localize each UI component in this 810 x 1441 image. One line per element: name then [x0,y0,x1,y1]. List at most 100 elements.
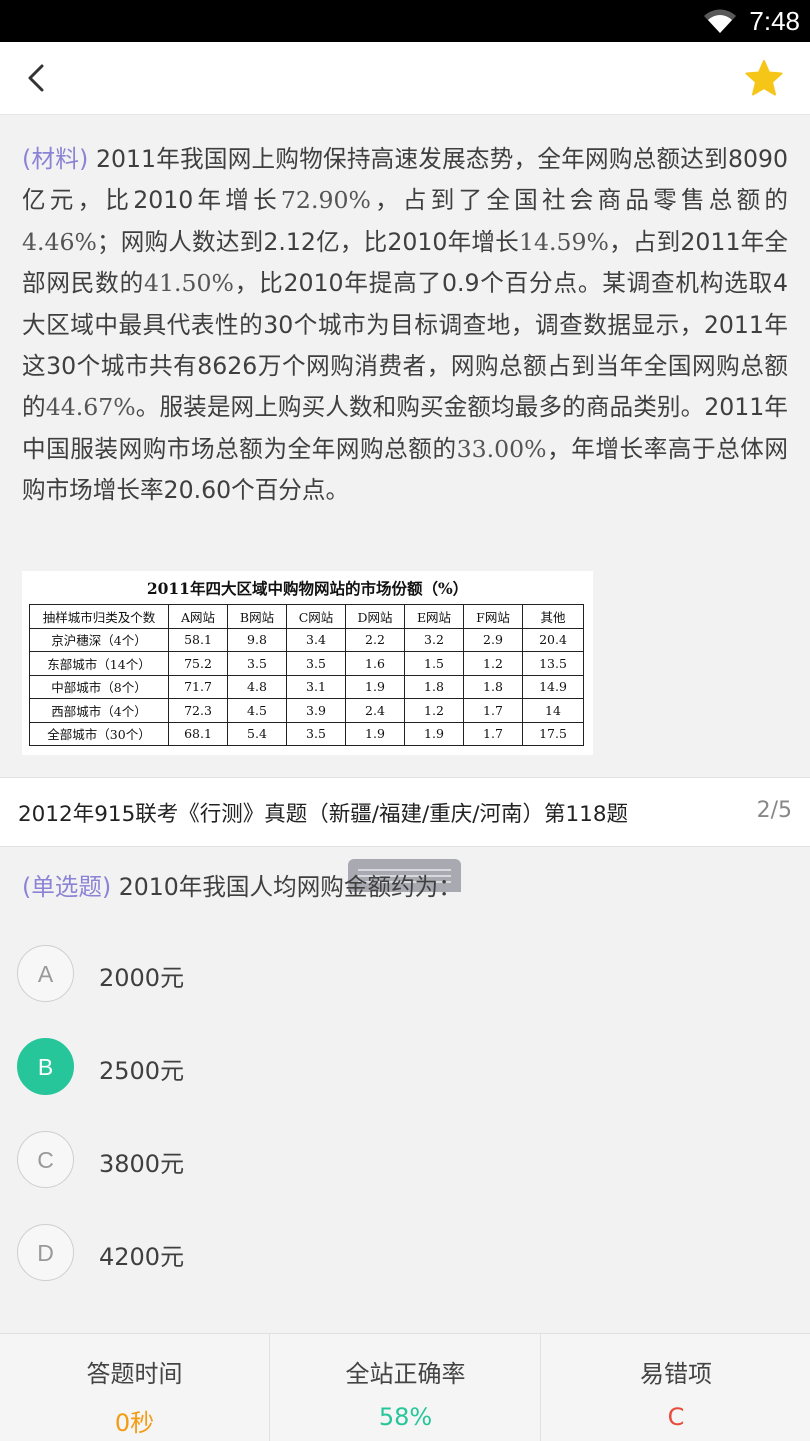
stat-title: 答题时间 [86,1360,183,1388]
table-cell: 4.8 [227,674,287,699]
material-percent: 4.46% [22,227,97,256]
material-panel: (材料) 2011年我国网上购物保持高速发展态势，全年网购总额达到8090亿元，… [0,115,810,892]
option-letter: A [17,945,74,1002]
clock: 7:48 [749,6,800,36]
material-percent: 72.90% [280,186,371,215]
market-share-table-image[interactable]: 2011年四大区域中购物网站的市场份额（%） 抽样城市归类及个数 A网站 B网站… [22,571,593,755]
table-cell: 68.1 [168,721,228,746]
material-percent: 14.59% [518,227,609,256]
table-cell: 3.1 [286,674,346,699]
table-cell: 72.3 [168,698,228,723]
table-header-cell: C网站 [286,604,346,629]
table-row: 京沪穗深（4个） 58.1 9.8 3.4 2.2 3.2 2.9 20.4 [29,627,584,652]
table-cell: 3.5 [286,721,346,746]
status-bar: 7:48 [0,0,810,42]
table-header-cell: B网站 [227,604,287,629]
table-header-row: 抽样城市归类及个数 A网站 B网站 C网站 D网站 E网站 F网站 其他 [29,604,584,629]
table-header-cell: D网站 [345,604,405,629]
material-text-segment: ；网购人数达到2.12亿，比2010年增长 [96,227,519,256]
stat-answer-time: 答题时间 0秒 [0,1334,269,1441]
table-cell: 3.5 [286,651,346,676]
table-row: 东部城市（14个） 75.2 3.5 3.5 1.6 1.5 1.2 13.5 [29,651,584,676]
option-text: 4200元 [99,1243,185,1271]
table-header-cell: 抽样城市归类及个数 [29,604,169,629]
material-tag: (材料) [22,145,89,173]
table-cell: 东部城市（14个） [29,651,169,676]
table-cell: 全部城市（30个） [29,721,169,746]
option-c[interactable]: C 3800元 [17,1131,797,1191]
table-cell: 14 [522,698,584,723]
material-text-segment: ，占到了全国社会商品零售总额的 [370,186,789,215]
market-share-table: 抽样城市归类及个数 A网站 B网站 C网站 D网站 E网站 F网站 其他 京沪穗… [29,604,584,746]
table-cell: 1.2 [404,698,464,723]
table-row: 全部城市（30个） 68.1 5.4 3.5 1.9 1.9 1.7 17.5 [29,721,584,746]
table-cell: 2.2 [345,627,405,652]
chevron-left-icon[interactable] [18,58,58,98]
option-d[interactable]: D 4200元 [17,1224,797,1284]
table-row: 中部城市（8个） 71.7 4.8 3.1 1.9 1.8 1.8 14.9 [29,674,584,699]
stat-title: 易错项 [640,1360,712,1388]
stat-common-error: 易错项 C [540,1334,810,1441]
answer-stats-bar: 答题时间 0秒 全站正确率 58% 易错项 C [0,1333,810,1441]
table-row: 西部城市（4个） 72.3 4.5 3.9 2.4 1.2 1.7 14 [29,698,584,723]
question-source-bar: 2012年915联考《行测》真题（新疆/福建/重庆/河南）第118题 2/5 [0,777,810,847]
table-title: 2011年四大区域中购物网站的市场份额（%） [146,579,469,598]
table-cell: 4.5 [227,698,287,723]
table-cell: 3.4 [286,627,346,652]
table-cell: 58.1 [168,627,228,652]
option-text: 3800元 [99,1150,185,1178]
table-cell: 1.6 [345,651,405,676]
table-cell: 1.8 [404,674,464,699]
table-cell: 14.9 [522,674,584,699]
table-cell: 75.2 [168,651,228,676]
table-cell: 3.5 [227,651,287,676]
table-cell: 1.9 [345,721,405,746]
question-type-tag: (单选题) [22,873,112,901]
table-header-cell: A网站 [168,604,228,629]
option-letter: C [17,1131,74,1188]
option-b[interactable]: B 2500元 [17,1038,797,1098]
material-percent: 44.67% [45,393,136,422]
option-letter: D [17,1224,74,1281]
table-cell: 5.4 [227,721,287,746]
table-cell: 1.7 [463,698,523,723]
material-percent: 41.50% [143,269,234,298]
table-cell: 1.9 [404,721,464,746]
material-text: (材料) 2011年我国网上购物保持高速发展态势，全年网购总额达到8090亿元，… [22,139,788,512]
question-source: 2012年915联考《行测》真题（新疆/福建/重庆/河南）第118题 [18,802,629,827]
option-text: 2000元 [99,964,185,992]
option-text: 2500元 [99,1057,185,1085]
table-cell: 京沪穗深（4个） [29,627,169,652]
table-cell: 3.2 [404,627,464,652]
table-cell: 1.2 [463,651,523,676]
page-indicator: 2/5 [756,798,792,823]
stat-value: 0秒 [114,1409,155,1437]
question-stem: (单选题) 2010年我国人均网购金额约为： [22,868,462,902]
table-header-cell: F网站 [463,604,523,629]
table-cell: 西部城市（4个） [29,698,169,723]
question-text: 2010年我国人均网购金额约为： [111,873,462,901]
table-cell: 1.9 [345,674,405,699]
table-cell: 1.5 [404,651,464,676]
app-bar [0,42,810,115]
stat-value: 58% [378,1403,433,1431]
table-header-cell: E网站 [404,604,464,629]
stat-accuracy: 全站正确率 58% [269,1334,541,1441]
table-cell: 3.9 [286,698,346,723]
table-cell: 2.4 [345,698,405,723]
table-cell: 17.5 [522,721,584,746]
option-a[interactable]: A 2000元 [17,945,797,1005]
table-cell: 20.4 [522,627,584,652]
table-cell: 71.7 [168,674,228,699]
wifi-icon [704,9,736,33]
table-cell: 13.5 [522,651,584,676]
table-header-cell: 其他 [522,604,584,629]
table-cell: 1.8 [463,674,523,699]
stat-value: C [667,1403,685,1431]
table-cell: 1.7 [463,721,523,746]
material-percent: 33.00% [456,434,547,463]
star-icon[interactable] [744,58,784,98]
stat-title: 全站正确率 [345,1360,466,1388]
table-cell: 9.8 [227,627,287,652]
table-cell: 中部城市（8个） [29,674,169,699]
